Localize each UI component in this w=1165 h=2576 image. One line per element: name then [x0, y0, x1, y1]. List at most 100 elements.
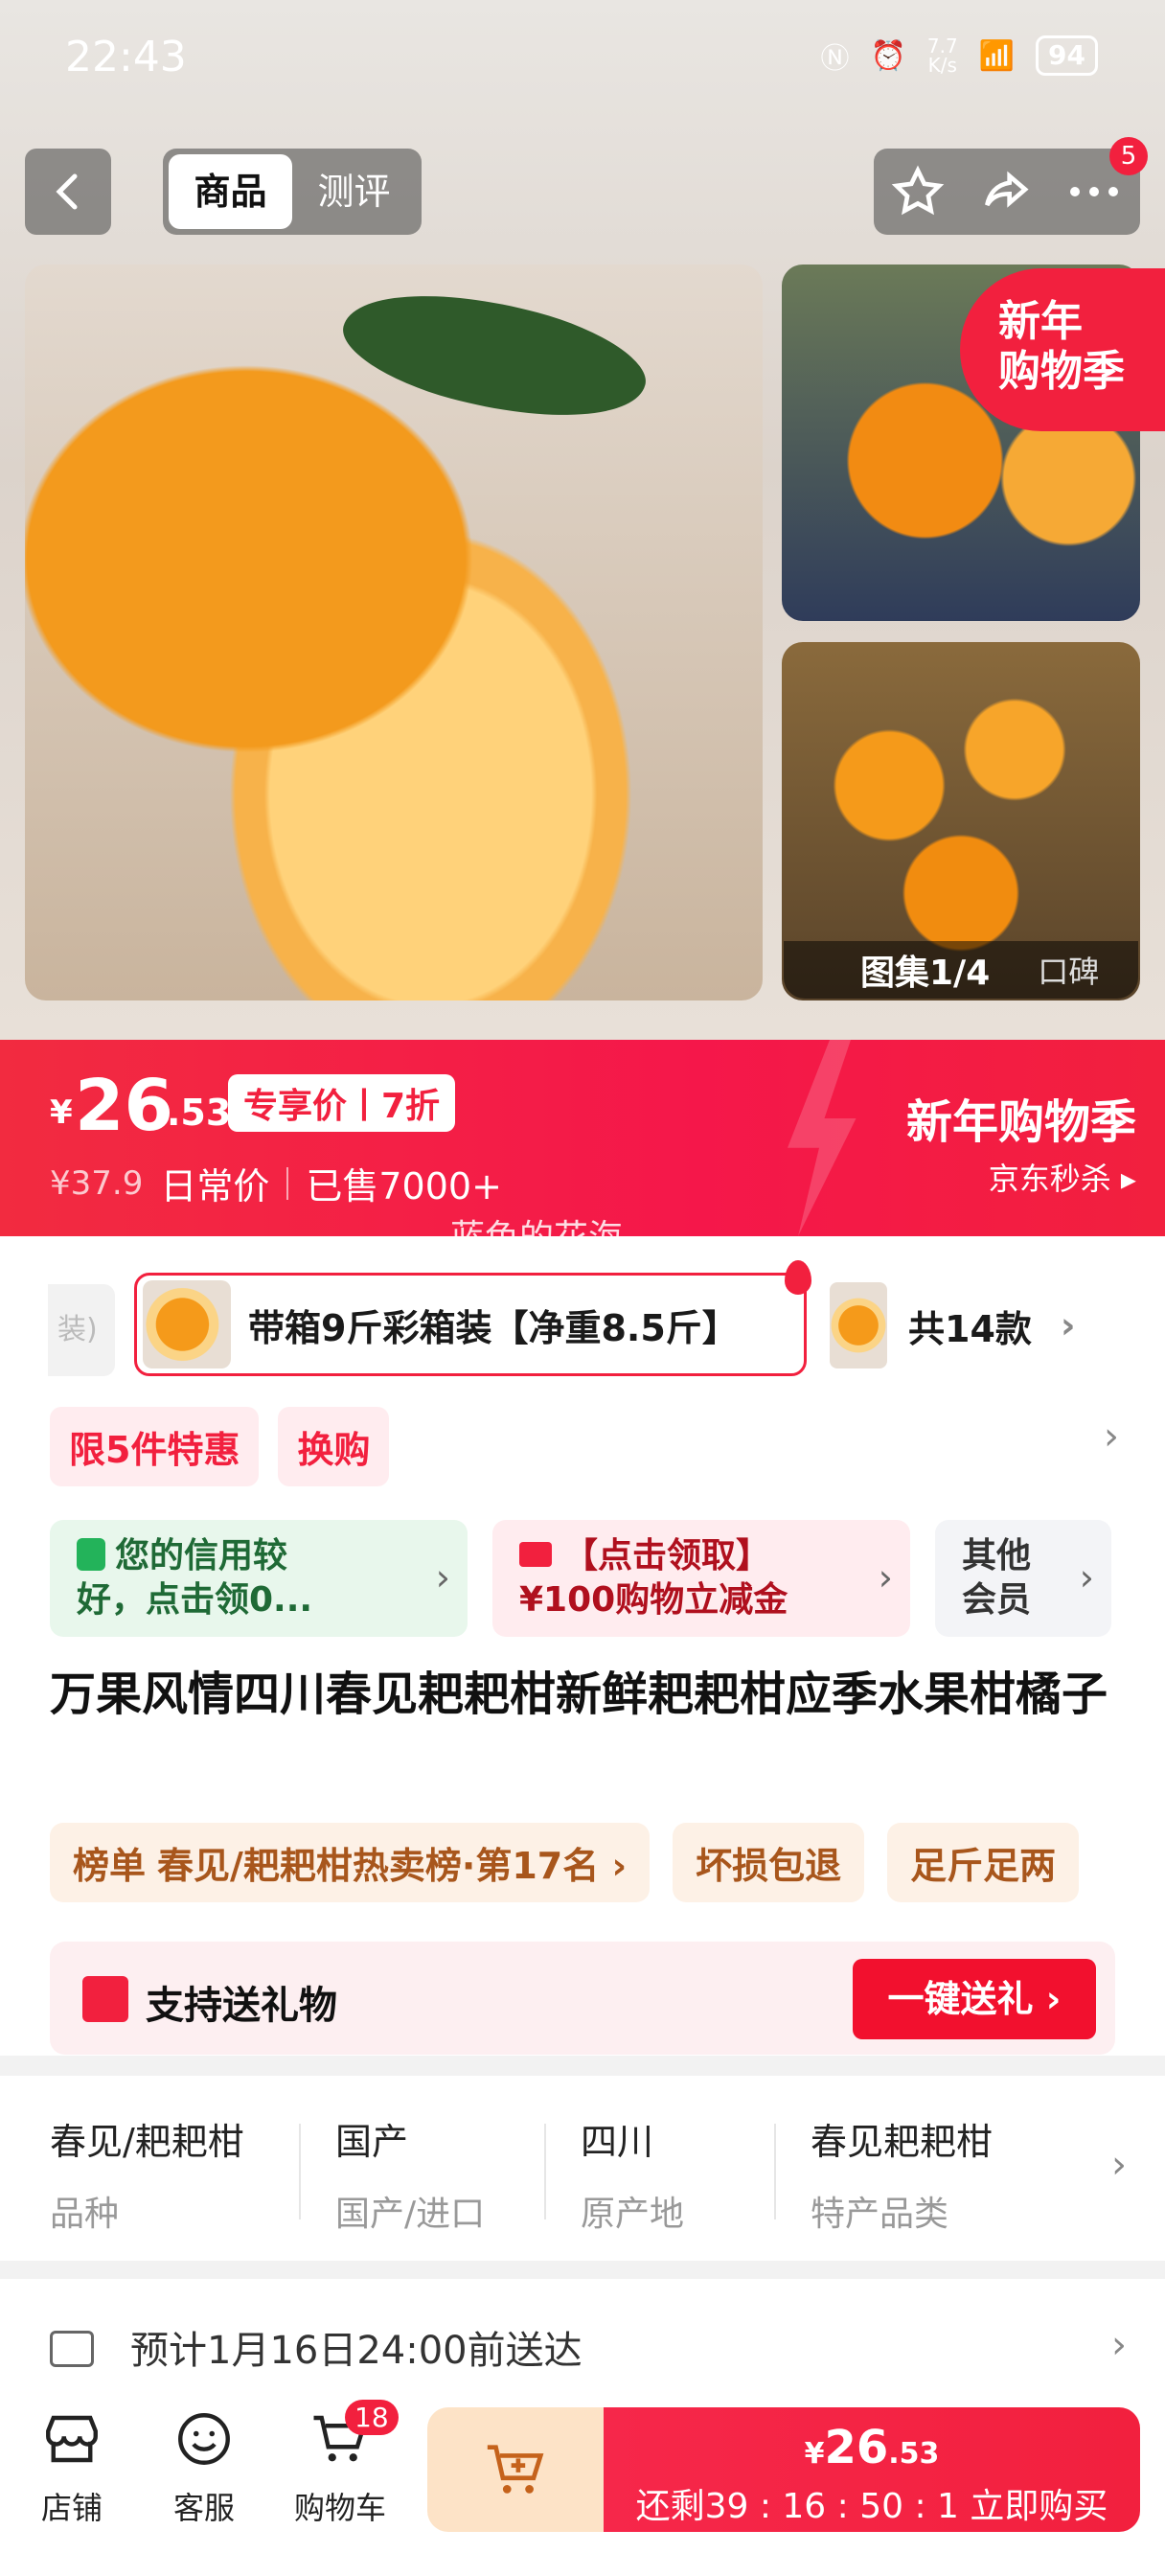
- coupon-benefit[interactable]: 【点击领取】 ¥100购物立减金 ›: [492, 1520, 910, 1637]
- service-tags: 榜单 春见/耙耙柑热卖榜·第17名 › 坏损包退 足斤足两: [50, 1823, 1080, 1902]
- member-benefit-text: 其他 会员: [962, 1536, 1032, 1620]
- more-icon[interactable]: [1065, 182, 1123, 201]
- chevron-right-icon: ›: [1079, 1556, 1094, 1598]
- new-year-promo-corner: 新年 购物季: [960, 268, 1165, 431]
- delivery-estimate: 预计1月16日24:00前送达: [130, 2329, 582, 2373]
- damage-refund-tag[interactable]: 坏损包退: [673, 1823, 865, 1902]
- lightning-icon: [788, 1040, 857, 1236]
- cart-button[interactable]: 18 购物车: [278, 2400, 402, 2528]
- promo-title: 新年购物季: [905, 1095, 1136, 1149]
- attributes-row[interactable]: 春见/耙耙柑 品种 国产 国产/进口 四川 原产地 春见耙耙柑 特产品类 ›: [0, 2076, 1165, 2261]
- member-benefit[interactable]: 其他 会员 ›: [935, 1520, 1111, 1637]
- gallery-counter[interactable]: 图集1/4 口碑: [784, 941, 1138, 999]
- buy-price: ¥26.53: [604, 2421, 1140, 2474]
- attr-key: 特产品类: [811, 2195, 949, 2234]
- buy-price-integer: 26: [824, 2421, 889, 2474]
- chevron-right-icon: ›: [1111, 2143, 1127, 2187]
- variant-thumbnail: [143, 1280, 231, 1368]
- shopping-bag-icon: [77, 1538, 105, 1571]
- attr-value: 四川: [581, 2121, 654, 2163]
- gift-section: 支持送礼物 一键送礼 ›: [50, 1942, 1115, 2055]
- reviews-tab[interactable]: 口碑: [1038, 948, 1099, 992]
- price-bar: ¥ 26 .53 专享价丨7折 ¥37.9 日常价 已售7000+ 新年购物季 …: [0, 1040, 1165, 1236]
- flash-sale-promo[interactable]: 新年购物季 京东秒杀 ▸: [906, 1084, 1136, 1199]
- original-price-label: 日常价: [160, 1165, 270, 1208]
- divider: [544, 2124, 546, 2220]
- coupon-benefit-text: 【点击领取】 ¥100购物立减金: [519, 1536, 788, 1620]
- leaf-decoration: [332, 264, 656, 447]
- price-subline: ¥37.9 日常价 已售7000+: [50, 1157, 502, 1209]
- divider: [286, 1166, 289, 1200]
- divider: [774, 2124, 776, 2220]
- chevron-right-icon: ›: [1111, 2323, 1127, 2367]
- exclusive-price-tag: 专享价丨7折: [228, 1074, 456, 1132]
- buy-now-button[interactable]: ¥26.53 还剩39 : 16 : 50 : 1 立即购买: [604, 2407, 1140, 2532]
- shop-label: 店铺: [40, 2490, 103, 2526]
- attr-value: 国产: [335, 2121, 409, 2163]
- nfc-icon: Ⓝ: [820, 42, 850, 76]
- service-label: 客服: [172, 2490, 235, 2526]
- product-info-card: 装) 带箱9斤彩箱装【净重8.5斤】 共14款 › 限5件特惠 换购 › 您的信…: [0, 1236, 1165, 2056]
- hot-icon: [785, 1260, 811, 1295]
- net-speed: 7.7 K/s: [926, 34, 958, 77]
- variant-prev-stub[interactable]: 装): [48, 1284, 115, 1376]
- benefits-row: 您的信用较 好，点击领0... › 【点击领取】 ¥100购物立减金 › 其他 …: [50, 1520, 1111, 1637]
- gift-icon: [82, 1976, 128, 2022]
- chevron-left-icon: [56, 173, 78, 210]
- shop-icon: [46, 2415, 98, 2463]
- tab-product[interactable]: 商品: [169, 154, 292, 229]
- bottom-action-bar: 店铺 客服 18 购物车 ¥26.53 还剩39 : 16 : 50 : 1 立…: [0, 2384, 1165, 2576]
- price-integer: 26: [75, 1065, 173, 1147]
- main-product-image[interactable]: [25, 264, 763, 1000]
- shop-button[interactable]: 店铺: [10, 2407, 134, 2528]
- promo-chip-exchange[interactable]: 换购: [278, 1407, 390, 1486]
- wifi-icon: 📶: [978, 38, 1016, 73]
- product-title: 万果风情四川春见耙耙柑新鲜耙耙柑应季水果柑橘子: [50, 1668, 1108, 1721]
- promo-chips: 限5件特惠 换购: [50, 1407, 390, 1486]
- attr-origin-type: 国产 国产/进口: [335, 2112, 485, 2236]
- service-button[interactable]: 客服: [142, 2407, 266, 2528]
- share-icon[interactable]: [978, 165, 1032, 218]
- send-gift-button[interactable]: 一键送礼 ›: [853, 1959, 1096, 2039]
- attr-category: 春见耙耙柑 特产品类: [811, 2112, 993, 2236]
- cart-count-badge: 18: [345, 2400, 399, 2435]
- add-to-cart-button[interactable]: [427, 2407, 604, 2532]
- star-icon[interactable]: [891, 165, 945, 218]
- gift-text: 支持送礼物: [146, 1984, 337, 2028]
- credit-benefit[interactable]: 您的信用较 好，点击领0... ›: [50, 1520, 468, 1637]
- chevron-right-icon: ›: [435, 1556, 450, 1598]
- attr-value: 春见耙耙柑: [811, 2121, 994, 2163]
- attr-value: 春见/耙耙柑: [50, 2121, 244, 2163]
- buy-price-currency: ¥: [804, 2437, 825, 2471]
- sold-count: 已售7000+: [306, 1165, 502, 1208]
- promo-chip-limit[interactable]: 限5件特惠: [50, 1407, 260, 1486]
- variant-thumbnail-small: [830, 1282, 887, 1368]
- cart-label: 购物车: [293, 2490, 386, 2526]
- nav-actions: 5: [874, 137, 1148, 235]
- attr-key: 国产/进口: [335, 2195, 486, 2234]
- attr-origin: 四川 原产地: [581, 2112, 684, 2236]
- back-button[interactable]: [25, 149, 111, 235]
- status-icons: Ⓝ ⏰ 7.7 K/s 📶 94: [820, 34, 1098, 77]
- price-decimal: .53: [167, 1092, 232, 1134]
- price-currency: ¥: [50, 1093, 73, 1132]
- truck-icon: [50, 2331, 94, 2367]
- variant-more[interactable]: 共14款 ›: [830, 1282, 1076, 1368]
- variant-selected[interactable]: 带箱9斤彩箱装【净重8.5斤】: [134, 1260, 811, 1376]
- alarm-icon: ⏰: [870, 38, 906, 73]
- card-icon: [519, 1542, 552, 1567]
- promo-subtitle: 京东秒杀 ▸: [988, 1161, 1136, 1197]
- buy-price-decimal: .53: [888, 2437, 940, 2471]
- variant-selector: 装) 带箱9斤彩箱装【净重8.5斤】 共14款 ›: [0, 1260, 1165, 1376]
- ranking-head: 榜单: [73, 1845, 147, 1887]
- full-weight-tag[interactable]: 足斤足两: [887, 1823, 1080, 1902]
- ranking-tag[interactable]: 榜单 春见/耙耙柑热卖榜·第17名 ›: [50, 1823, 651, 1902]
- page-tabs: 商品 测评: [163, 149, 422, 235]
- status-time: 22:43: [65, 33, 187, 81]
- battery-indicator: 94: [1036, 35, 1098, 76]
- divider: [299, 2124, 301, 2220]
- tab-review[interactable]: 测评: [292, 154, 416, 229]
- chevron-right-icon[interactable]: ›: [1104, 1414, 1119, 1459]
- more-badge: 5: [1109, 137, 1148, 175]
- attr-key: 品种: [50, 2195, 120, 2234]
